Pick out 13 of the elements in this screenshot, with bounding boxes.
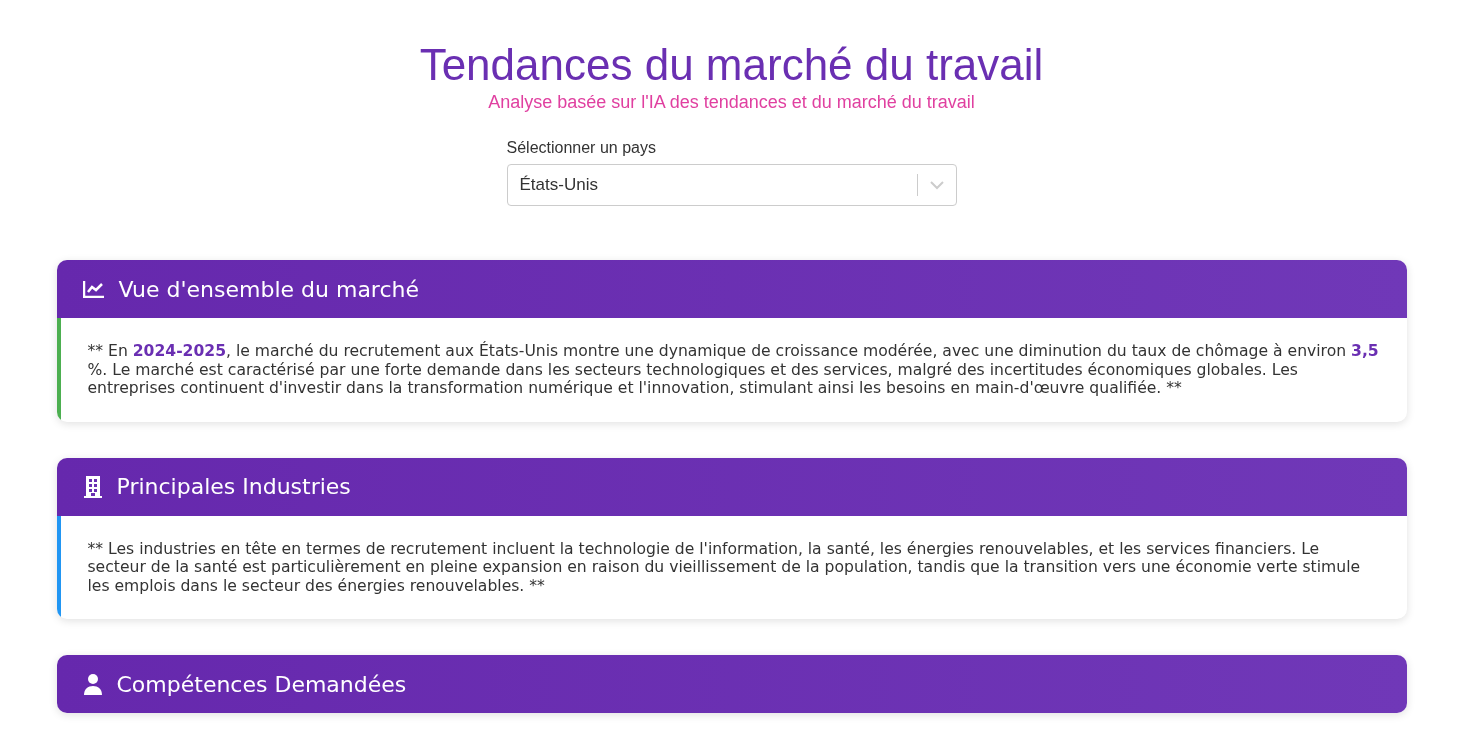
chevron-down-icon — [929, 180, 944, 190]
country-select[interactable]: États-Unis — [506, 164, 957, 206]
person-icon — [82, 673, 103, 695]
building-icon — [82, 475, 103, 498]
card-title: Vue d'ensemble du marché — [118, 276, 419, 302]
card-text: ** Les industries en tête en termes de recrutement incluent la technologie de l'information, la santé, les énergies renouvelables, et les services financiers. Le secteur de la santé est particulièrement en pleine expansion en raison du vieillissement de la population, tandis que la transition vers une économie verte stimule les emplois dans le secteur des énergies renouvelables. ** — [87, 539, 1362, 595]
card-text: ** En 2024-2025, le marché du recrutement aux États-Unis montre une dynamique de croissance modérée, avec une diminution du taux de chômage à environ 3,5 %. Le marché est caractérisé par une forte demande dans les secteurs technologiques et des services, malgré des incertitudes économiques globales. Les entreprises continuent d'investir dans la transformation numérique et l'innovation, stimulant ainsi les besoins en main-d'œuvre qualifiée. ** — [87, 342, 1380, 398]
card-title: Compétences Demandées — [116, 671, 407, 697]
page-title: Tendances du marché du travail — [419, 40, 1044, 90]
line-chart-icon — [82, 280, 105, 298]
select-label: Sélectionner un pays — [506, 139, 657, 157]
card-title: Principales Industries — [116, 474, 351, 499]
page-subtitle: Analyse basée sur l'IA des tendances et du marché du travail — [488, 92, 975, 113]
